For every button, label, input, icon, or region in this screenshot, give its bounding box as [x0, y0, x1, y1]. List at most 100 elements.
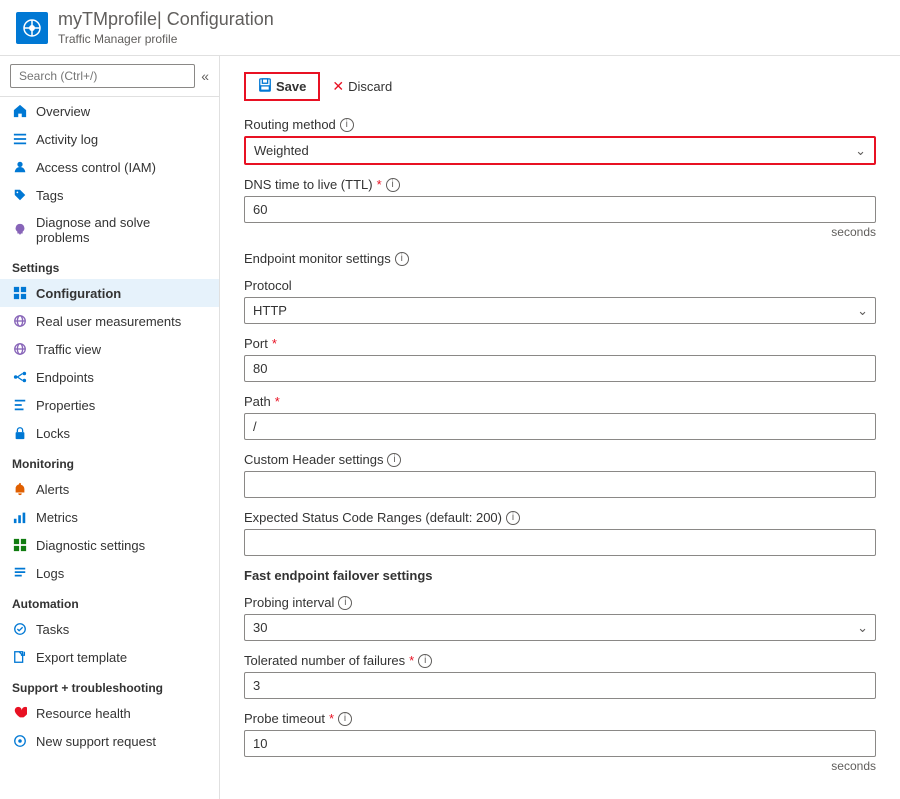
- sidebar-item-tags[interactable]: Tags: [0, 181, 219, 209]
- support-icon: [12, 733, 28, 749]
- sidebar-item-tasks[interactable]: Tasks: [0, 615, 219, 643]
- sidebar-label-diagnose: Diagnose and solve problems: [36, 215, 207, 245]
- probe-timeout-suffix: seconds: [244, 759, 876, 773]
- path-input[interactable]: [244, 413, 876, 440]
- sidebar-item-activity-log[interactable]: Activity log: [0, 125, 219, 153]
- endpoint-monitor-info-icon[interactable]: i: [395, 252, 409, 266]
- tasks-icon: [12, 621, 28, 637]
- protocol-group: Protocol HTTP HTTPS TCP ⌄: [244, 278, 876, 324]
- heart-icon: [12, 705, 28, 721]
- expected-status-group: Expected Status Code Ranges (default: 20…: [244, 510, 876, 556]
- sidebar-label-metrics: Metrics: [36, 510, 78, 525]
- sidebar-label-diagnostic-settings: Diagnostic settings: [36, 538, 145, 553]
- chart-icon: [12, 509, 28, 525]
- sidebar-label-overview: Overview: [36, 104, 90, 119]
- logs-icon: [12, 565, 28, 581]
- probe-timeout-group: Probe timeout * i seconds: [244, 711, 876, 773]
- sidebar-label-logs: Logs: [36, 566, 64, 581]
- dns-ttl-input[interactable]: [244, 196, 876, 223]
- app-icon: [16, 12, 48, 44]
- sidebar-item-properties[interactable]: Properties: [0, 391, 219, 419]
- custom-header-input[interactable]: [244, 471, 876, 498]
- sidebar-label-access-control: Access control (IAM): [36, 160, 156, 175]
- list-icon: [12, 131, 28, 147]
- probe-timeout-label: Probe timeout * i: [244, 711, 876, 726]
- sidebar-item-diagnostic-settings[interactable]: Diagnostic settings: [0, 531, 219, 559]
- probing-interval-select[interactable]: 10 30: [244, 614, 876, 641]
- sidebar-label-new-support-request: New support request: [36, 734, 156, 749]
- tolerated-failures-required: *: [409, 653, 414, 668]
- sidebar-item-real-user-measurements[interactable]: Real user measurements: [0, 307, 219, 335]
- probe-timeout-input[interactable]: [244, 730, 876, 757]
- protocol-select[interactable]: HTTP HTTPS TCP: [244, 297, 876, 324]
- port-input[interactable]: [244, 355, 876, 382]
- sidebar-item-endpoints[interactable]: Endpoints: [0, 363, 219, 391]
- properties-icon: [12, 397, 28, 413]
- lightbulb-icon: [12, 222, 28, 238]
- toolbar: Save ✕ Discard: [244, 72, 876, 101]
- path-required: *: [275, 394, 280, 409]
- sidebar-label-alerts: Alerts: [36, 482, 69, 497]
- save-label: Save: [276, 79, 306, 94]
- sidebar-item-resource-health[interactable]: Resource health: [0, 699, 219, 727]
- sidebar-item-logs[interactable]: Logs: [0, 559, 219, 587]
- dns-ttl-info-icon[interactable]: i: [386, 178, 400, 192]
- port-group: Port *: [244, 336, 876, 382]
- probe-timeout-required: *: [329, 711, 334, 726]
- dns-ttl-label: DNS time to live (TTL) * i: [244, 177, 876, 192]
- sidebar-item-alerts[interactable]: Alerts: [0, 475, 219, 503]
- save-icon: [258, 78, 272, 95]
- custom-header-group: Custom Header settings i: [244, 452, 876, 498]
- probe-timeout-info-icon[interactable]: i: [338, 712, 352, 726]
- sidebar-item-metrics[interactable]: Metrics: [0, 503, 219, 531]
- tolerated-failures-label: Tolerated number of failures * i: [244, 653, 876, 668]
- sidebar-item-configuration[interactable]: Configuration: [0, 279, 219, 307]
- main-content: Save ✕ Discard Routing method i Performa…: [220, 56, 900, 799]
- sidebar-item-access-control[interactable]: Access control (IAM): [0, 153, 219, 181]
- dns-ttl-required: *: [377, 177, 382, 192]
- main-layout: « Overview Activity log Access control (…: [0, 56, 900, 799]
- expected-status-input[interactable]: [244, 529, 876, 556]
- sidebar-label-tags: Tags: [36, 188, 63, 203]
- probing-interval-info-icon[interactable]: i: [338, 596, 352, 610]
- discard-button[interactable]: ✕ Discard: [324, 74, 400, 99]
- settings-section-label: Settings: [0, 251, 219, 279]
- sidebar: « Overview Activity log Access control (…: [0, 56, 220, 799]
- sidebar-item-overview[interactable]: Overview: [0, 97, 219, 125]
- routing-method-select-wrapper: Performance Weighted Priority Geographic…: [246, 138, 874, 163]
- routing-method-info-icon[interactable]: i: [340, 118, 354, 132]
- path-label: Path *: [244, 394, 876, 409]
- dns-ttl-group: DNS time to live (TTL) * i seconds: [244, 177, 876, 239]
- collapse-button[interactable]: «: [201, 68, 209, 84]
- sidebar-item-export-template[interactable]: Export template: [0, 643, 219, 671]
- search-box[interactable]: «: [0, 56, 219, 97]
- search-input[interactable]: [10, 64, 195, 88]
- sidebar-label-properties: Properties: [36, 398, 95, 413]
- sidebar-item-diagnose[interactable]: Diagnose and solve problems: [0, 209, 219, 251]
- discard-icon: ✕: [332, 78, 344, 95]
- fast-endpoint-group: Fast endpoint failover settings: [244, 568, 876, 583]
- page-title: myTMprofile| Configuration: [58, 9, 274, 30]
- automation-section-label: Automation: [0, 587, 219, 615]
- page-section: | Configuration: [157, 9, 274, 29]
- globe-icon: [12, 313, 28, 329]
- protocol-label: Protocol: [244, 278, 876, 293]
- sidebar-item-new-support-request[interactable]: New support request: [0, 727, 219, 755]
- tag-icon: [12, 187, 28, 203]
- header-text: myTMprofile| Configuration Traffic Manag…: [58, 9, 274, 46]
- tolerated-failures-info-icon[interactable]: i: [418, 654, 432, 668]
- monitoring-section-label: Monitoring: [0, 447, 219, 475]
- routing-method-select[interactable]: Performance Weighted Priority Geographic…: [246, 138, 874, 163]
- probing-interval-select-wrapper: 10 30 ⌄: [244, 614, 876, 641]
- sidebar-label-tasks: Tasks: [36, 622, 69, 637]
- expected-status-info-icon[interactable]: i: [506, 511, 520, 525]
- port-label: Port *: [244, 336, 876, 351]
- sidebar-label-endpoints: Endpoints: [36, 370, 94, 385]
- custom-header-info-icon[interactable]: i: [387, 453, 401, 467]
- sidebar-label-configuration: Configuration: [36, 286, 121, 301]
- sidebar-item-locks[interactable]: Locks: [0, 419, 219, 447]
- tolerated-failures-input[interactable]: [244, 672, 876, 699]
- sidebar-item-traffic-view[interactable]: Traffic view: [0, 335, 219, 363]
- port-required: *: [272, 336, 277, 351]
- save-button[interactable]: Save: [244, 72, 320, 101]
